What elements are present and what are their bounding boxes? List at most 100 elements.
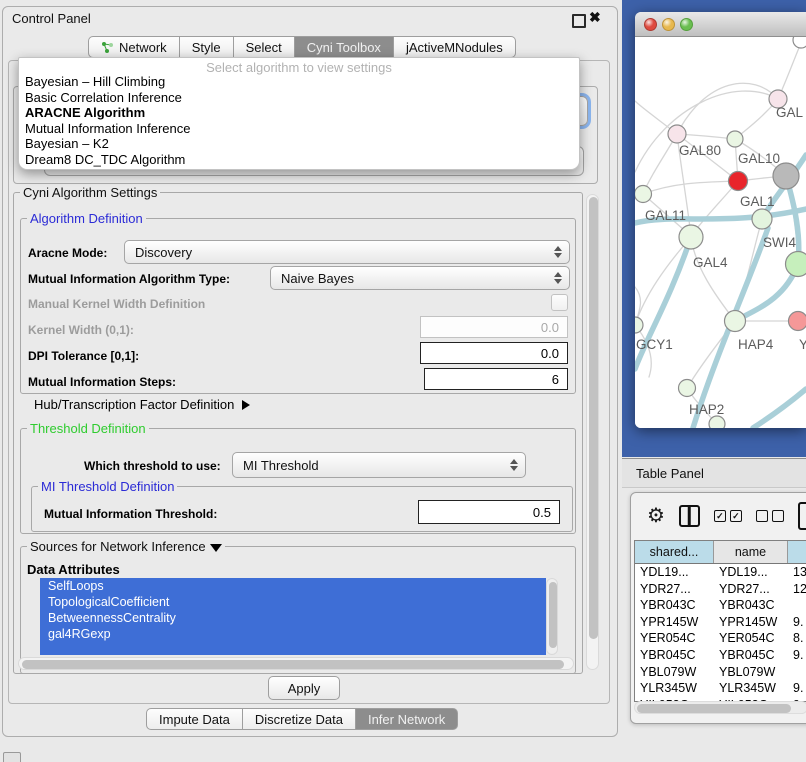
table-cell[interactable] bbox=[788, 597, 806, 614]
table-cell[interactable]: YLR345W bbox=[635, 680, 714, 697]
table-cell[interactable]: 9. bbox=[788, 647, 806, 664]
table-cell[interactable]: YBL079W bbox=[714, 664, 788, 681]
attribute-list-scrollbar[interactable] bbox=[546, 578, 558, 655]
network-node[interactable] bbox=[679, 380, 696, 397]
table-cell[interactable]: 12 bbox=[788, 581, 806, 598]
table-cell[interactable] bbox=[788, 664, 806, 681]
which-threshold-combo[interactable]: MI Threshold bbox=[232, 452, 526, 478]
node-table: shared... name YDL19...YDL19...13YDR27..… bbox=[634, 540, 806, 702]
algorithm-option[interactable]: Dream8 DC_TDC Algorithm bbox=[19, 152, 579, 168]
deselect-all-icon[interactable] bbox=[756, 510, 784, 522]
algorithm-option[interactable]: Bayesian – K2 bbox=[19, 136, 579, 152]
tab-impute-data[interactable]: Impute Data bbox=[146, 708, 243, 730]
network-node[interactable] bbox=[679, 225, 703, 249]
table-row[interactable]: YER054CYER054C8. bbox=[635, 630, 806, 647]
dpi-tolerance-field[interactable]: 0.0 bbox=[420, 342, 568, 364]
network-window-titlebar[interactable] bbox=[635, 12, 806, 37]
table-row[interactable]: YDR27...YDR27...12 bbox=[635, 581, 806, 598]
algorithm-option[interactable]: Basic Correlation Inference bbox=[19, 90, 579, 106]
tab-style[interactable]: Style bbox=[180, 36, 234, 58]
table-cell[interactable]: 8. bbox=[788, 630, 806, 647]
select-all-icon[interactable]: ✓✓ bbox=[714, 510, 742, 522]
network-canvas[interactable]: GALGAL80GAL10GAL1GAL11SWI4GAL4GCY1HAP4YH… bbox=[635, 37, 806, 428]
column-header-name[interactable]: name bbox=[714, 541, 788, 563]
aracne-mode-combo[interactable]: Discovery bbox=[124, 240, 570, 264]
table-row[interactable]: YBR043CYBR043C bbox=[635, 597, 806, 614]
minimize-window-button[interactable] bbox=[662, 18, 675, 31]
network-node[interactable] bbox=[773, 163, 799, 189]
table-cell[interactable]: YBR045C bbox=[635, 647, 714, 664]
new-table-icon[interactable] bbox=[798, 502, 806, 530]
table-row[interactable]: YBL079WYBL079W bbox=[635, 664, 806, 681]
tab-jactivemnodules[interactable]: jActiveMNodules bbox=[394, 36, 516, 58]
data-attributes-list[interactable]: SelfLoopsTopologicalCoefficientBetweenne… bbox=[40, 578, 546, 655]
tab-network[interactable]: Network bbox=[88, 36, 180, 58]
table-cell[interactable]: YDL19... bbox=[635, 564, 714, 581]
table-cell[interactable]: YDR27... bbox=[714, 581, 788, 598]
network-node[interactable] bbox=[793, 37, 806, 48]
table-cell[interactable]: 9. bbox=[788, 680, 806, 697]
apply-button[interactable]: Apply bbox=[268, 676, 340, 700]
manual-kernel-checkbox[interactable] bbox=[551, 294, 568, 311]
table-cell[interactable]: YER054C bbox=[635, 630, 714, 647]
mi-steps-field[interactable]: 6 bbox=[424, 368, 568, 390]
gear-icon[interactable]: ⚙ bbox=[647, 506, 665, 526]
settings-vertical-scrollbar[interactable] bbox=[586, 194, 599, 670]
close-window-button[interactable] bbox=[644, 18, 657, 31]
table-cell[interactable]: YLR345W bbox=[714, 680, 788, 697]
table-cell[interactable]: YDL19... bbox=[714, 564, 788, 581]
algorithm-option[interactable]: Bayesian – Hill Climbing bbox=[19, 74, 579, 90]
table-cell[interactable]: YDR27... bbox=[635, 581, 714, 598]
columns-icon[interactable] bbox=[679, 505, 700, 527]
table-cell[interactable]: YBR045C bbox=[714, 647, 788, 664]
table-horizontal-scrollbar[interactable] bbox=[634, 701, 806, 714]
attribute-item[interactable]: SelfLoops bbox=[40, 578, 546, 594]
algorithm-option[interactable]: ARACNE Algorithm bbox=[19, 105, 579, 121]
mi-threshold-field[interactable]: 0.5 bbox=[418, 500, 560, 524]
hub-definition-expander[interactable]: Hub/Transcription Factor Definition bbox=[34, 397, 250, 412]
dock-mini-button[interactable] bbox=[3, 752, 21, 762]
column-header-clipped[interactable] bbox=[788, 541, 806, 563]
network-node[interactable] bbox=[786, 252, 806, 277]
network-node[interactable] bbox=[729, 172, 748, 191]
table-cell[interactable]: 13 bbox=[788, 564, 806, 581]
network-node[interactable] bbox=[668, 125, 686, 143]
kernel-width-field[interactable]: 0.0 bbox=[420, 316, 568, 338]
tab-infer-network[interactable]: Infer Network bbox=[356, 708, 458, 730]
tab-cyni-toolbox[interactable]: Cyni Toolbox bbox=[295, 36, 394, 58]
network-node[interactable] bbox=[725, 311, 746, 332]
network-node[interactable] bbox=[709, 416, 725, 428]
table-row[interactable]: YPR145WYPR145W9. bbox=[635, 614, 806, 631]
table-row[interactable]: YDL19...YDL19...13 bbox=[635, 564, 806, 581]
table-cell[interactable]: 9. bbox=[788, 614, 806, 631]
attribute-item[interactable]: TopologicalCoefficient bbox=[40, 594, 546, 610]
table-row[interactable]: YLR345WYLR345W9. bbox=[635, 680, 806, 697]
table-cell[interactable]: YBR043C bbox=[714, 597, 788, 614]
attribute-item[interactable]: BetweennessCentrality bbox=[40, 610, 546, 626]
table-row[interactable]: YBR045CYBR045C9. bbox=[635, 647, 806, 664]
column-header-shared-name[interactable]: shared... bbox=[635, 541, 714, 563]
table-cell[interactable]: YER054C bbox=[714, 630, 788, 647]
network-view-window[interactable]: GALGAL80GAL10GAL1GAL11SWI4GAL4GCY1HAP4YH… bbox=[635, 12, 806, 428]
network-node[interactable] bbox=[752, 209, 772, 229]
close-panel-icon[interactable]: ✖ bbox=[589, 9, 601, 26]
network-node[interactable] bbox=[635, 317, 643, 333]
table-cell[interactable]: YBR043C bbox=[635, 597, 714, 614]
sources-group-title[interactable]: Sources for Network Inference bbox=[27, 539, 225, 554]
network-node[interactable] bbox=[635, 186, 652, 203]
zoom-window-button[interactable] bbox=[680, 18, 693, 31]
mi-threshold-value: 0.5 bbox=[533, 505, 551, 520]
tab-select[interactable]: Select bbox=[234, 36, 295, 58]
mi-type-combo[interactable]: Naive Bayes bbox=[270, 266, 570, 290]
network-node[interactable] bbox=[727, 131, 743, 147]
table-cell[interactable]: YPR145W bbox=[635, 614, 714, 631]
settings-horizontal-scrollbar[interactable] bbox=[18, 657, 574, 670]
float-panel-icon[interactable] bbox=[572, 14, 586, 28]
network-node[interactable] bbox=[789, 312, 806, 331]
table-widget: ⚙ ✓✓ shared... name YDL19...YDL19...13YD… bbox=[630, 492, 806, 724]
table-cell[interactable]: YBL079W bbox=[635, 664, 714, 681]
tab-discretize-data[interactable]: Discretize Data bbox=[243, 708, 356, 730]
algorithm-option[interactable]: Mutual Information Inference bbox=[19, 121, 579, 137]
attribute-item[interactable]: gal4RGexp bbox=[40, 626, 546, 642]
table-cell[interactable]: YPR145W bbox=[714, 614, 788, 631]
